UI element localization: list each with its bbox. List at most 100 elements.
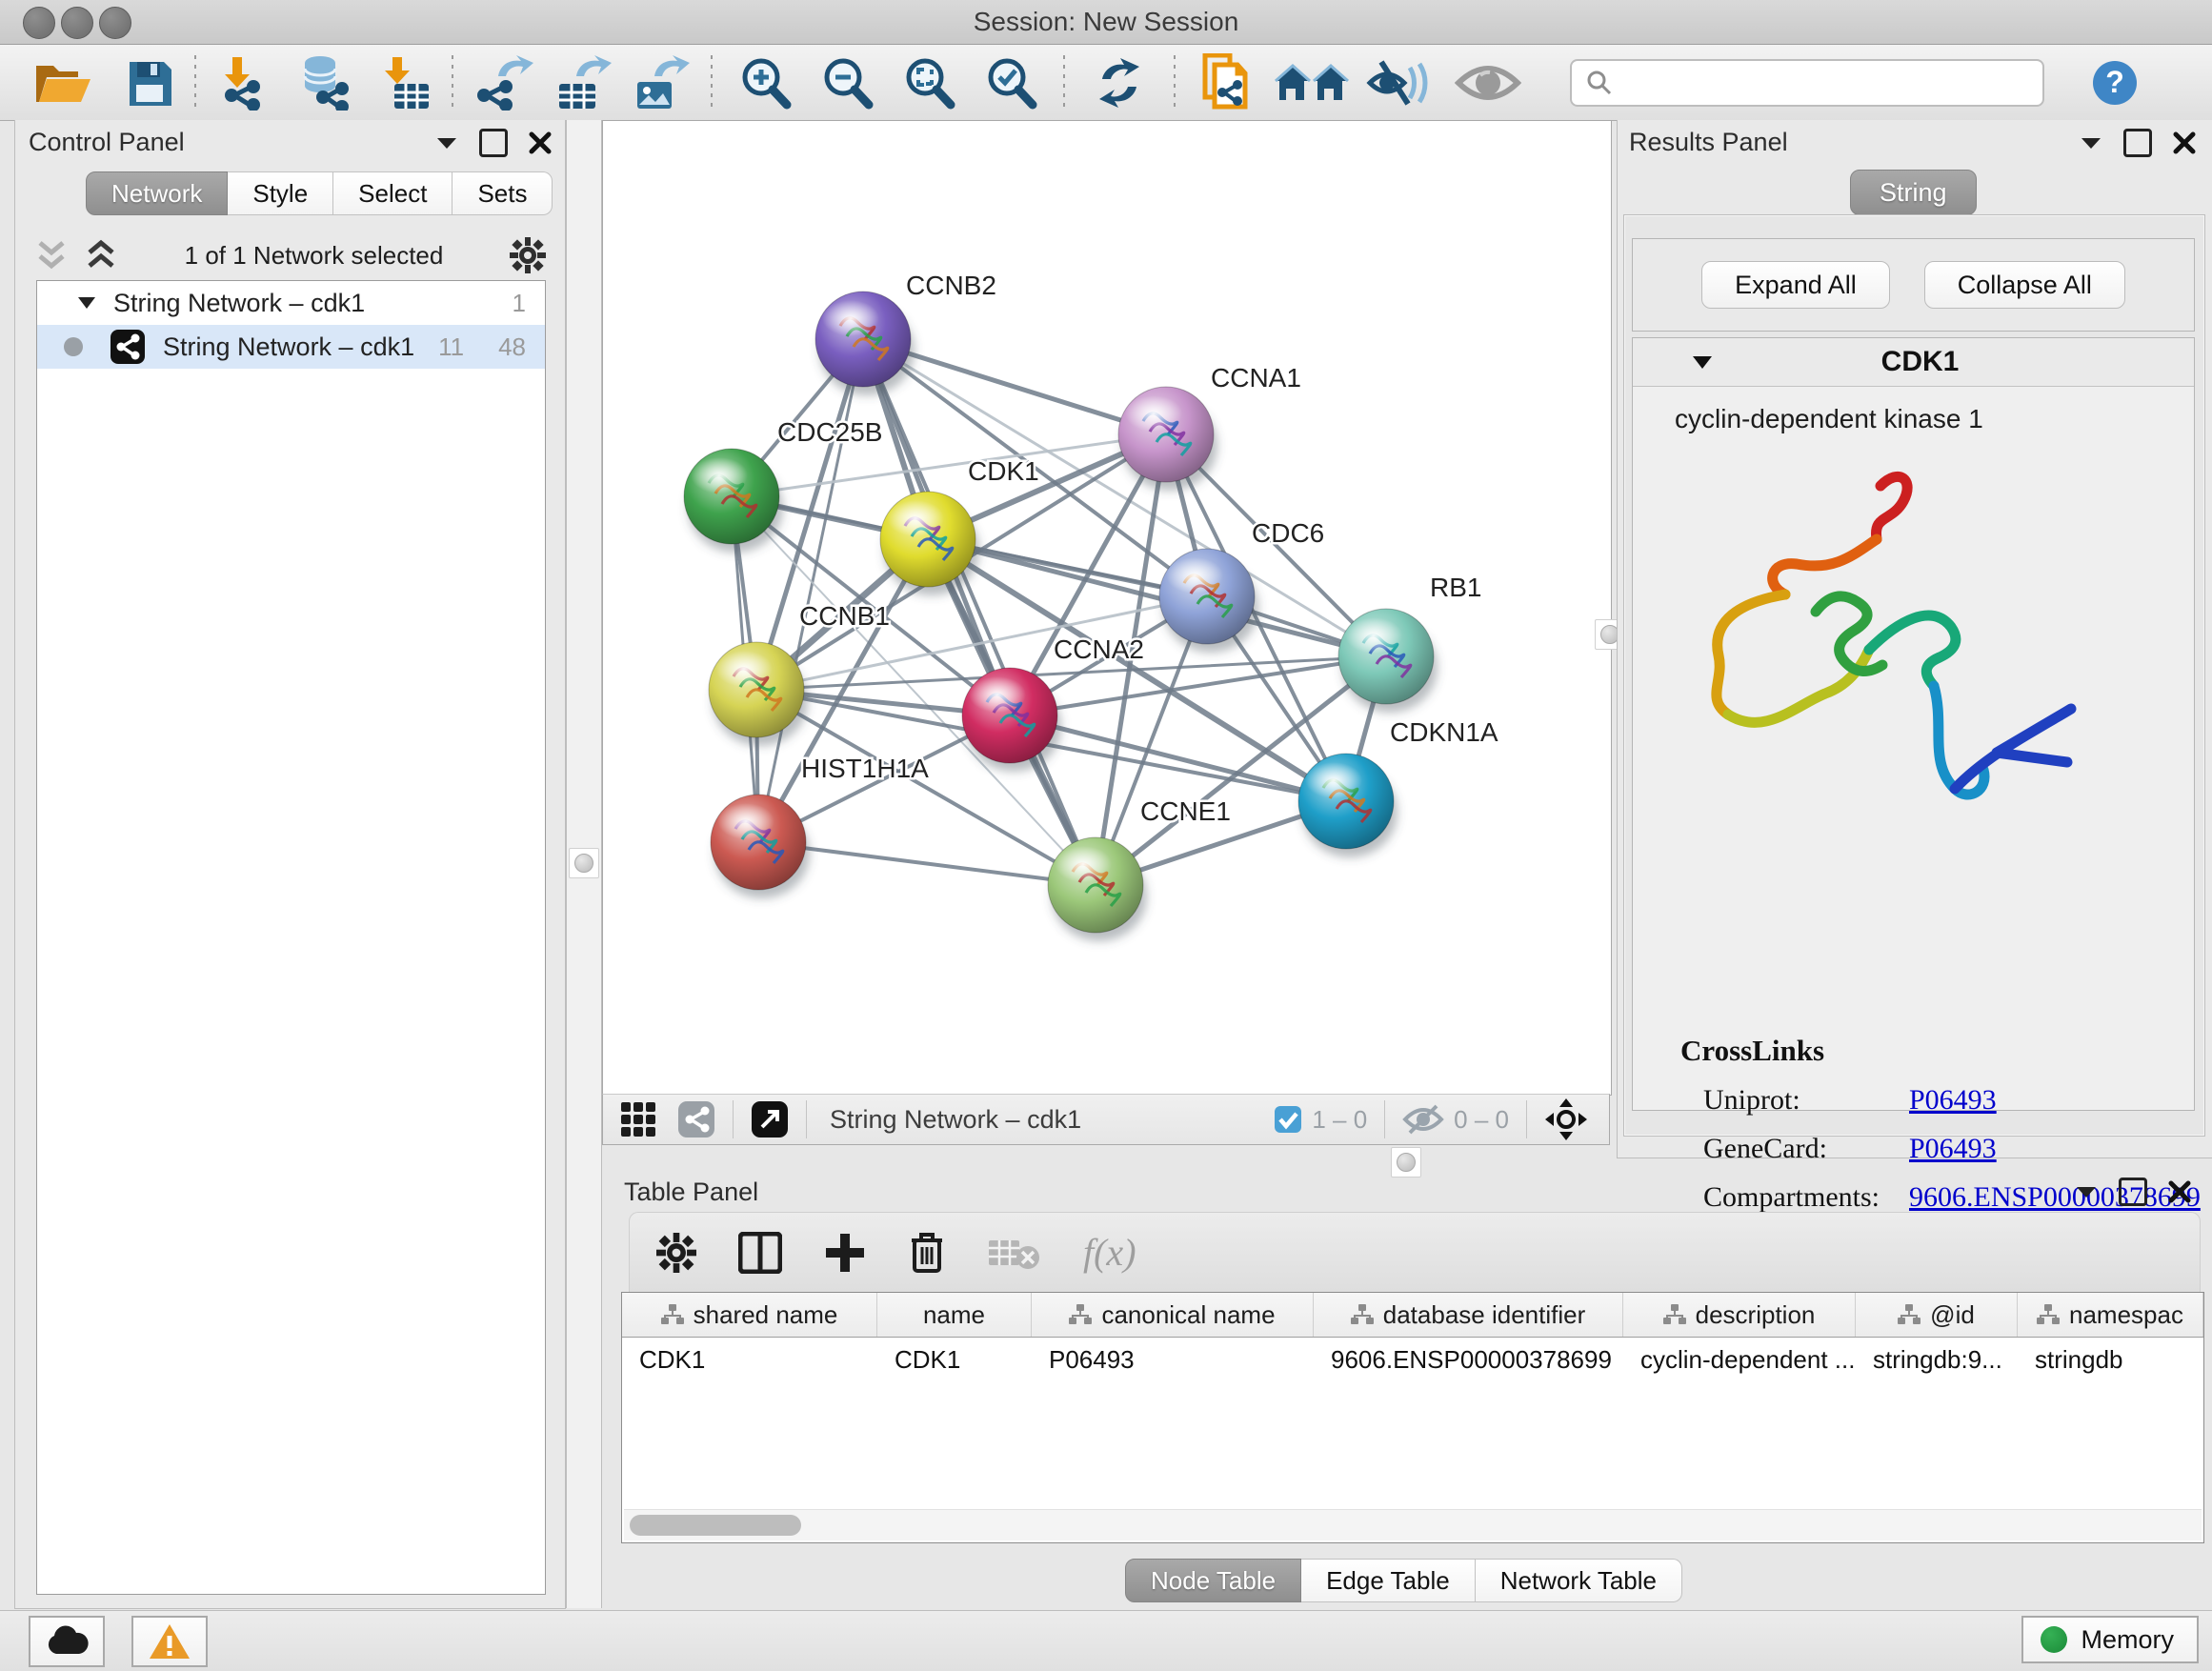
clone-network-icon[interactable] — [1187, 54, 1267, 111]
collapse-section-icon[interactable] — [1692, 355, 1713, 370]
zoom-fit-icon[interactable] — [888, 54, 970, 111]
zoom-in-icon[interactable] — [724, 54, 806, 111]
network-node-CCNE1[interactable]: CCNE1 — [1048, 796, 1231, 941]
column-header-namespac[interactable]: namespac — [2018, 1293, 2203, 1337]
string-home-icon[interactable] — [1267, 54, 1357, 111]
column-header-name[interactable]: name — [877, 1293, 1032, 1337]
column-header-canonical-name[interactable]: canonical name — [1032, 1293, 1314, 1337]
protein-name: CDK1 — [1713, 346, 2127, 378]
search-input[interactable] — [1621, 63, 2042, 103]
network-node-RB1[interactable]: RB1 — [1338, 573, 1481, 713]
tab-style[interactable]: Style — [228, 171, 333, 215]
export-network-icon[interactable] — [465, 54, 543, 111]
protein-card-header[interactable]: CDK1 — [1633, 338, 2194, 387]
collapse-all-button[interactable]: Collapse All — [1924, 261, 2125, 309]
network-node-HIST1H1A[interactable]: HIST1H1A — [711, 754, 929, 898]
function-builder-icon[interactable]: f(x) — [1083, 1230, 1136, 1275]
column-header-shared-name[interactable]: shared name — [622, 1293, 877, 1337]
zoom-out-icon[interactable] — [806, 54, 888, 111]
memory-button[interactable]: Memory — [2021, 1616, 2199, 1663]
panel-float-icon[interactable] — [2123, 129, 2152, 157]
delete-table-icon[interactable] — [988, 1235, 1041, 1271]
panel-menu-icon[interactable] — [2075, 1184, 2098, 1199]
cell-id[interactable]: stringdb:9... — [1856, 1338, 2018, 1381]
hidden-eye-icon — [1402, 1104, 1444, 1135]
network-node-CCNB2[interactable]: CCNB2 — [815, 271, 996, 395]
apply-layout-icon[interactable] — [1076, 54, 1162, 111]
tab-edge-table[interactable]: Edge Table — [1301, 1559, 1476, 1602]
network-selection-status: 1 of 1 Network selected — [118, 241, 510, 271]
column-header-database-identifier[interactable]: database identifier — [1314, 1293, 1623, 1337]
node-label-CCNB1: CCNB1 — [799, 601, 890, 631]
cell-database-identifier[interactable]: 9606.ENSP00000378699 — [1314, 1338, 1623, 1381]
search-field[interactable] — [1570, 59, 2044, 107]
network-row[interactable]: String Network – cdk1 11 48 — [37, 325, 545, 369]
show-eye-icon[interactable] — [1444, 54, 1532, 111]
export-image-icon[interactable] — [621, 54, 699, 111]
network-share-icon[interactable] — [677, 1100, 715, 1138]
panel-close-icon[interactable] — [529, 131, 552, 154]
tree-expand-icon[interactable] — [77, 296, 96, 310]
scrollbar-thumb[interactable] — [630, 1515, 801, 1536]
network-tree: String Network – cdk1 1 String Network –… — [36, 280, 546, 1595]
import-network-file-icon[interactable] — [208, 54, 284, 111]
hidden-count: 0 – 0 — [1454, 1105, 1509, 1135]
network-node-CDKN1A[interactable]: CDKN1A — [1298, 717, 1498, 857]
network-collection-row[interactable]: String Network – cdk1 1 — [37, 281, 545, 325]
cell-namespac[interactable]: stringdb — [2018, 1338, 2203, 1381]
tab-select[interactable]: Select — [333, 171, 452, 215]
tab-node-table[interactable]: Node Table — [1125, 1559, 1301, 1602]
warnings-button[interactable] — [131, 1616, 208, 1667]
network-edge-CCNB2-CCNE1[interactable] — [863, 339, 1096, 885]
hide-glass-icon[interactable] — [1357, 54, 1444, 111]
zoom-selected-icon[interactable] — [970, 54, 1052, 111]
network-node-CDC25B[interactable]: CDC25B — [684, 417, 882, 553]
delete-column-icon[interactable] — [908, 1231, 946, 1275]
open-session-icon[interactable] — [27, 54, 99, 111]
table-row: CDK1CDK1P064939606.ENSP00000378699cyclin… — [622, 1338, 2203, 1381]
network-canvas[interactable]: CCNB2CCNA1CDC25BCDK1CDC6RB1CCNB1CCNA2CDK… — [602, 120, 1612, 1096]
tab-sets[interactable]: Sets — [452, 171, 553, 215]
network-node-CCNA1[interactable]: CCNA1 — [1118, 363, 1301, 491]
network-options-gear-icon[interactable] — [510, 237, 546, 273]
cell-shared-name[interactable]: CDK1 — [622, 1338, 877, 1381]
crosslink-genecardlink[interactable]: P06493 — [1909, 1133, 1997, 1165]
cell-name[interactable]: CDK1 — [877, 1338, 1032, 1381]
cell-canonical-name[interactable]: P06493 — [1032, 1338, 1314, 1381]
birds-eye-grid-icon[interactable] — [620, 1101, 656, 1137]
tab-network[interactable]: Network — [86, 171, 228, 215]
expand-all-icon[interactable] — [84, 239, 118, 272]
help-icon[interactable]: ? — [2084, 54, 2145, 111]
expand-all-button[interactable]: Expand All — [1701, 261, 1890, 309]
panel-close-icon[interactable] — [2168, 1180, 2191, 1203]
cell-description[interactable]: cyclin-dependent ... — [1623, 1338, 1856, 1381]
open-in-window-icon[interactable] — [751, 1100, 789, 1138]
results-tab-string[interactable]: String — [1850, 170, 1977, 215]
panel-menu-icon[interactable] — [435, 135, 458, 151]
node-label-HIST1H1A: HIST1H1A — [801, 754, 929, 783]
panel-close-icon[interactable] — [2173, 131, 2196, 154]
cloud-button[interactable] — [29, 1616, 105, 1667]
add-column-icon[interactable] — [824, 1232, 866, 1274]
column-header-description[interactable]: description — [1623, 1293, 1856, 1337]
network-node-CCNB1[interactable]: CCNB1 — [709, 601, 890, 746]
import-table-file-icon[interactable] — [368, 54, 440, 111]
show-columns-icon[interactable] — [738, 1232, 782, 1274]
left-splitter-grip[interactable] — [569, 848, 599, 878]
network-node-CDK1[interactable]: CDK1 — [880, 456, 1039, 595]
collapse-all-icon[interactable] — [34, 239, 69, 272]
panel-menu-icon[interactable] — [2080, 135, 2102, 151]
save-session-icon[interactable] — [116, 54, 183, 111]
import-network-database-icon[interactable] — [284, 54, 368, 111]
fit-content-crosshair-icon[interactable] — [1544, 1097, 1588, 1141]
horizontal-scrollbar[interactable] — [624, 1509, 2202, 1540]
table-options-gear-icon[interactable] — [656, 1233, 696, 1273]
panel-float-icon[interactable] — [2119, 1178, 2147, 1206]
tab-network-table[interactable]: Network Table — [1476, 1559, 1682, 1602]
svg-text:?: ? — [2105, 65, 2124, 99]
crosslink-uniprotlink[interactable]: P06493 — [1909, 1084, 1997, 1117]
column-header-id[interactable]: @id — [1856, 1293, 2018, 1337]
panel-float-icon[interactable] — [479, 129, 508, 157]
export-table-icon[interactable] — [543, 54, 621, 111]
selected-checkbox-icon[interactable] — [1274, 1105, 1302, 1134]
